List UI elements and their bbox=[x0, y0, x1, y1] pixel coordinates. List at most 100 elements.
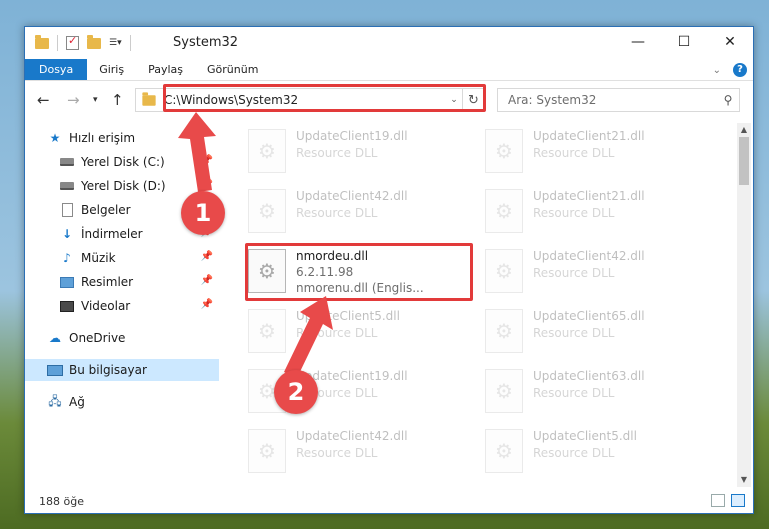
address-dropdown-icon[interactable]: ⌄ bbox=[446, 95, 462, 105]
file-name: UpdateClient65.dll bbox=[533, 309, 645, 323]
chevron-down-icon[interactable]: ⌄ bbox=[713, 65, 721, 76]
step-badge-1: 1 bbox=[181, 191, 225, 235]
file-description: Resource DLL bbox=[533, 206, 615, 220]
back-icon[interactable]: ← bbox=[37, 91, 50, 109]
file-item[interactable]: ⚙ UpdateClient5.dll Resource DLL bbox=[248, 305, 468, 361]
scroll-thumb[interactable] bbox=[739, 137, 749, 185]
music-icon: ♪ bbox=[63, 251, 71, 265]
sidebar-item-onedrive[interactable]: ☁ OneDrive bbox=[47, 327, 217, 349]
star-icon: ★ bbox=[49, 131, 61, 145]
file-item[interactable]: ⚙ UpdateClient42.dll Resource DLL bbox=[248, 425, 468, 481]
recent-locations-icon[interactable]: ▾ bbox=[93, 95, 98, 105]
sidebar-item-network[interactable]: 🖧 Ağ bbox=[47, 391, 217, 413]
sidebar-item-label: Müzik bbox=[81, 251, 116, 265]
item-count: 188 öğe bbox=[39, 494, 84, 508]
disk-icon bbox=[60, 182, 74, 190]
minimize-button[interactable]: — bbox=[615, 27, 661, 57]
dll-file-icon: ⚙ bbox=[248, 429, 286, 473]
file-item[interactable]: ⚙ UpdateClient65.dll Resource DLL bbox=[485, 305, 705, 361]
file-item[interactable]: ⚙ UpdateClient19.dll Resource DLL bbox=[248, 125, 468, 181]
file-description: Resource DLL bbox=[296, 206, 378, 220]
network-icon: 🖧 bbox=[48, 393, 62, 408]
tab-view[interactable]: Görünüm bbox=[195, 59, 270, 80]
separator bbox=[57, 35, 58, 51]
tiles-view-icon[interactable] bbox=[731, 494, 745, 507]
file-description: Resource DLL bbox=[533, 386, 615, 400]
sidebar-item-label: Belgeler bbox=[81, 203, 131, 217]
help-icon[interactable]: ? bbox=[733, 63, 747, 77]
tab-share[interactable]: Paylaş bbox=[136, 59, 195, 80]
dll-file-icon: ⚙ bbox=[485, 189, 523, 233]
forward-icon[interactable]: → bbox=[67, 91, 80, 109]
qat-dropdown-icon[interactable]: ☰▾ bbox=[109, 38, 122, 48]
file-version: 6.2.11.98 bbox=[296, 265, 354, 279]
file-description: Resource DLL bbox=[296, 146, 378, 160]
file-description: Resource DLL bbox=[533, 266, 615, 280]
sidebar-item-videos[interactable]: Videolar 📌 bbox=[59, 295, 217, 317]
close-button[interactable]: ✕ bbox=[707, 27, 753, 57]
navigation-bar: ← → ▾ ↑ C:\Windows\System32 ⌄ ↻ Ara: Sys… bbox=[25, 85, 753, 115]
sidebar-item-local-disk-c[interactable]: Yerel Disk (C:) 📌 bbox=[59, 151, 217, 173]
file-item[interactable]: ⚙ UpdateClient63.dll Resource DLL bbox=[485, 365, 705, 421]
file-item[interactable]: ⚙ UpdateClient42.dll Resource DLL bbox=[248, 185, 468, 241]
sidebar-item-label: OneDrive bbox=[69, 331, 126, 345]
download-icon: ↓ bbox=[61, 227, 73, 241]
pin-icon: 📌 bbox=[200, 275, 213, 286]
sidebar-item-music[interactable]: ♪ Müzik 📌 bbox=[59, 247, 217, 269]
file-description: Resource DLL bbox=[533, 326, 615, 340]
scroll-down-icon[interactable]: ▼ bbox=[737, 473, 751, 487]
window-title: System32 bbox=[173, 35, 239, 50]
dll-file-icon: ⚙ bbox=[485, 309, 523, 353]
new-folder-icon[interactable] bbox=[87, 34, 101, 49]
refresh-icon[interactable]: ↻ bbox=[462, 89, 484, 111]
properties-icon[interactable] bbox=[66, 34, 79, 50]
sidebar-item-this-pc[interactable]: Bu bilgisayar bbox=[25, 359, 219, 381]
pin-icon: 📌 bbox=[200, 155, 213, 166]
sidebar-item-label: Hızlı erişim bbox=[69, 131, 136, 145]
search-box[interactable]: Ara: System32 ⚲ bbox=[497, 88, 740, 112]
file-item[interactable]: ⚙ UpdateClient21.dll Resource DLL bbox=[485, 185, 705, 241]
tab-file[interactable]: Dosya bbox=[25, 59, 88, 80]
vertical-scrollbar[interactable]: ▲ ▼ bbox=[737, 123, 751, 487]
search-input[interactable]: Ara: System32 bbox=[508, 93, 717, 107]
maximize-button[interactable]: ☐ bbox=[661, 27, 707, 57]
sidebar-item-quick-access[interactable]: ★ Hızlı erişim bbox=[47, 127, 217, 149]
dll-file-icon: ⚙ bbox=[248, 249, 286, 293]
file-item-nmordeu[interactable]: ⚙ nmordeu.dll 6.2.11.98 nmorenu.dll (Eng… bbox=[248, 245, 468, 301]
separator bbox=[129, 35, 131, 51]
pictures-icon bbox=[60, 276, 74, 288]
scroll-up-icon[interactable]: ▲ bbox=[737, 123, 751, 137]
address-path[interactable]: C:\Windows\System32 bbox=[164, 93, 446, 107]
tab-home[interactable]: Giriş bbox=[87, 59, 136, 80]
step-badge-2: 2 bbox=[274, 370, 318, 414]
videos-icon bbox=[60, 300, 74, 312]
file-name: UpdateClient21.dll bbox=[533, 189, 645, 203]
file-item[interactable]: ⚙ UpdateClient5.dll Resource DLL bbox=[485, 425, 705, 481]
file-item[interactable]: ⚙ UpdateClient42.dll Resource DLL bbox=[485, 245, 705, 301]
cloud-icon: ☁ bbox=[49, 331, 61, 345]
up-icon[interactable]: ↑ bbox=[111, 91, 124, 109]
folder-icon bbox=[142, 91, 156, 106]
ribbon-tabs: Dosya Giriş Paylaş Görünüm bbox=[25, 59, 753, 81]
file-name: UpdateClient42.dll bbox=[296, 429, 408, 443]
pin-icon: 📌 bbox=[200, 299, 213, 310]
details-view-icon[interactable] bbox=[711, 494, 725, 507]
file-description: Resource DLL bbox=[296, 326, 378, 340]
file-description: nmorenu.dll (Englis... bbox=[296, 281, 424, 295]
sidebar-item-label: Videolar bbox=[81, 299, 131, 313]
computer-icon bbox=[47, 364, 63, 376]
sidebar-item-pictures[interactable]: Resimler 📌 bbox=[59, 271, 217, 293]
quick-access-toolbar: ☰▾ bbox=[35, 34, 131, 51]
pin-icon: 📌 bbox=[200, 179, 213, 190]
file-name: nmordeu.dll bbox=[296, 249, 369, 263]
file-name: UpdateClient21.dll bbox=[533, 129, 645, 143]
file-name: UpdateClient19.dll bbox=[296, 129, 408, 143]
search-icon[interactable]: ⚲ bbox=[717, 93, 739, 107]
ribbon-right-controls: ⌄ ? bbox=[713, 63, 747, 77]
sidebar-item-label: Resimler bbox=[81, 275, 134, 289]
document-icon bbox=[61, 203, 73, 217]
address-bar[interactable]: C:\Windows\System32 ⌄ ↻ bbox=[135, 88, 485, 112]
pin-icon: 📌 bbox=[200, 251, 213, 262]
file-item[interactable]: ⚙ UpdateClient21.dll Resource DLL bbox=[485, 125, 705, 181]
folder-icon[interactable] bbox=[35, 34, 49, 49]
